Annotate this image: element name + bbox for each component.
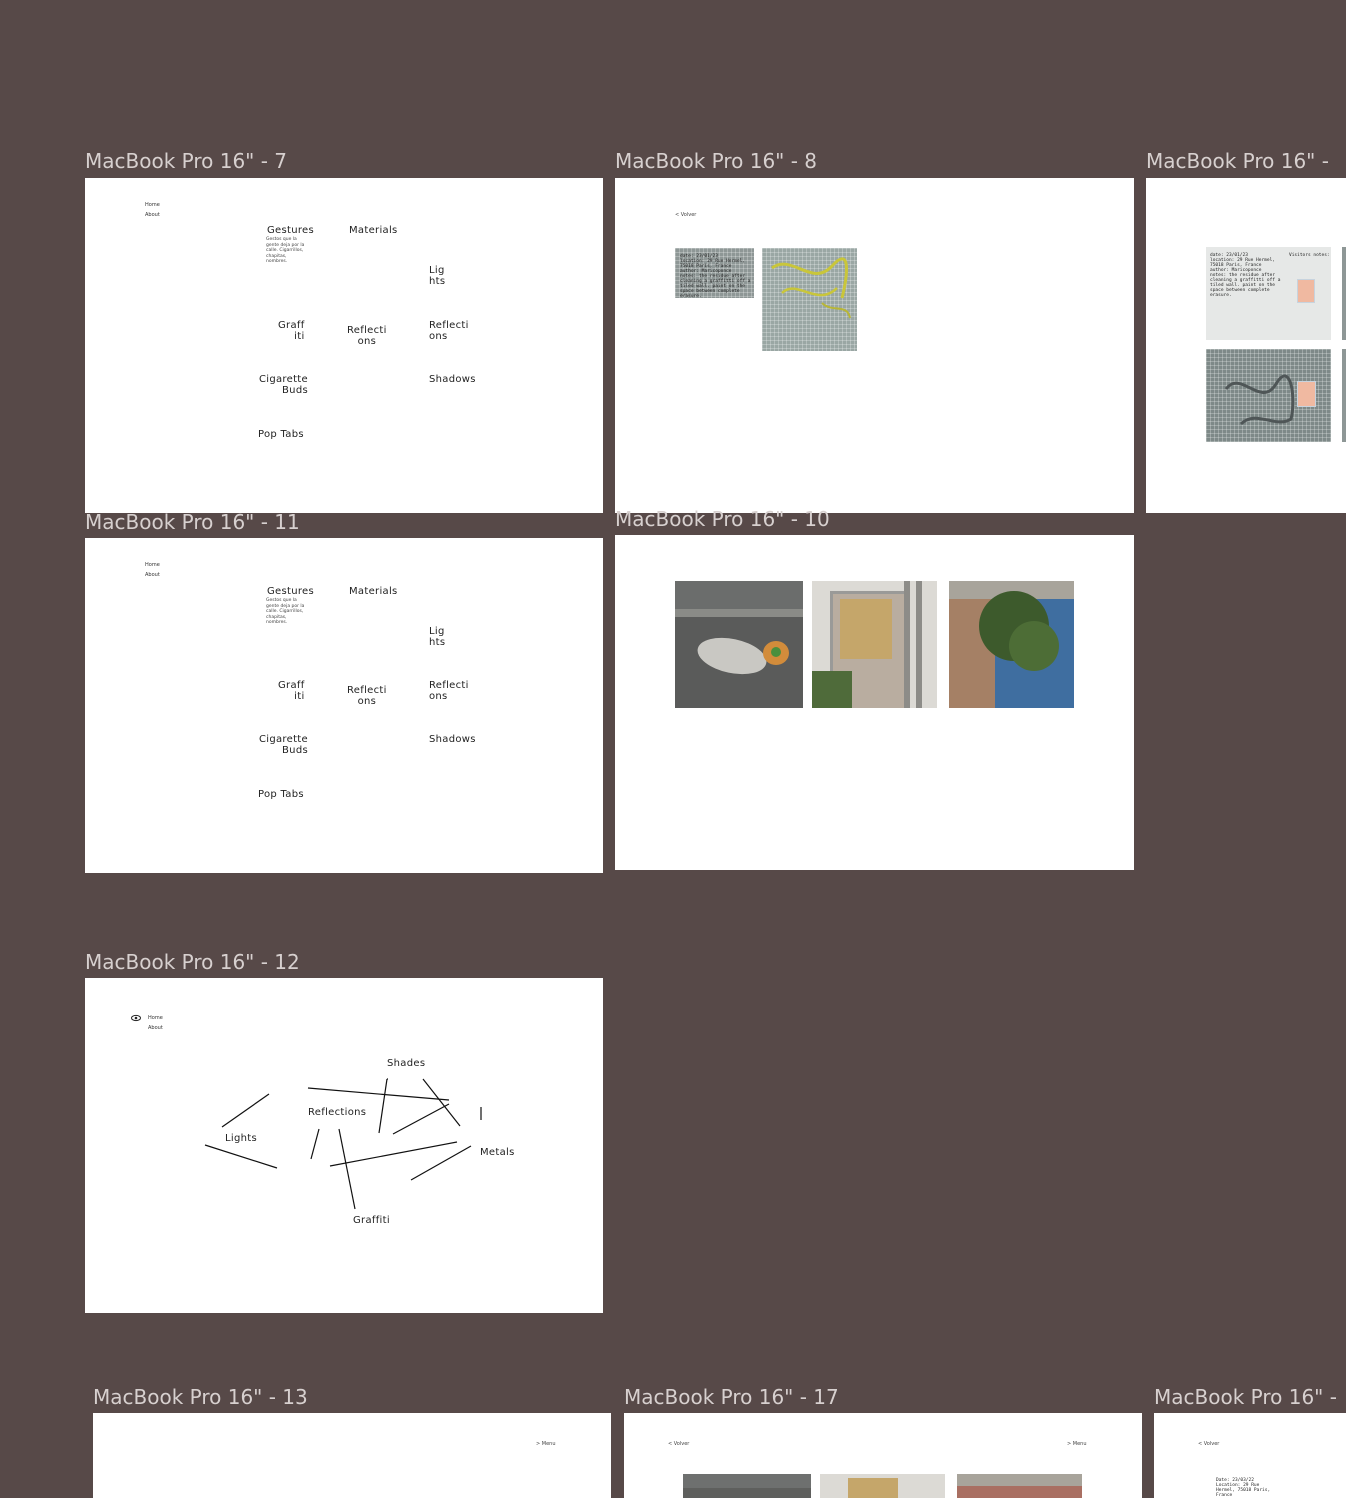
word-shades[interactable]: Shades [387, 1058, 425, 1069]
frame-label-13[interactable]: MacBook Pro 16" - 13 [93, 1386, 308, 1408]
word-pop-tabs[interactable]: Pop Tabs [258, 789, 304, 800]
sticker-image [1297, 279, 1315, 303]
word-lights[interactable]: Lights [225, 1133, 257, 1144]
gestures-description: Gestos que la gente deja por la calle. C… [266, 237, 305, 264]
word-reflections-mid[interactable]: Reflecti ons [347, 325, 387, 347]
connector-line [221, 1093, 270, 1128]
menu-link[interactable]: > Menu [1067, 1439, 1087, 1450]
menu-link[interactable]: > Menu [536, 1439, 556, 1450]
frame-17[interactable]: < Volver > Menu [624, 1413, 1142, 1498]
connector-line [392, 1103, 450, 1135]
connector-line [410, 1145, 472, 1181]
back-link[interactable]: < Volver [668, 1439, 689, 1450]
word-reflections-right[interactable]: Reflecti ons [429, 680, 469, 702]
photo-reflective-panel[interactable] [812, 581, 937, 708]
word-materials[interactable]: Materials [349, 225, 398, 236]
frame-label-10[interactable]: MacBook Pro 16" - 10 [615, 508, 830, 530]
graffiti-photo[interactable] [1206, 349, 1331, 442]
nav-home[interactable]: Home [145, 560, 160, 570]
frame-11[interactable]: Home About Gestures Gestos que la gente … [85, 538, 603, 873]
connector-line [378, 1078, 388, 1134]
connector-line [422, 1078, 461, 1127]
connector-line [310, 1128, 320, 1160]
back-link[interactable]: < Volver [675, 210, 696, 221]
word-graffiti[interactable]: Graff iti [278, 320, 305, 342]
frame-label-9[interactable]: MacBook Pro 16" - [1146, 150, 1329, 172]
word-lights[interactable]: Lig hts [429, 626, 445, 648]
photo-edge-1 [1342, 247, 1346, 340]
word-graffiti[interactable]: Graffiti [353, 1215, 390, 1226]
frame-label-18[interactable]: MacBook Pro 16" - [1154, 1386, 1337, 1408]
word-pop-tabs[interactable]: Pop Tabs [258, 429, 304, 440]
word-reflections-right[interactable]: Reflecti ons [429, 320, 469, 342]
word-reflections-mid[interactable]: Reflecti ons [347, 685, 387, 707]
word-graffiti[interactable]: Graff iti [278, 680, 305, 702]
word-metals[interactable]: Metals [480, 1147, 515, 1158]
photo-can-on-street[interactable] [675, 581, 803, 708]
word-gestures[interactable]: Gestures [267, 225, 314, 236]
graffiti-photo-1[interactable]: date: 23/01/23 location: 29 Rue Hermel, … [675, 248, 754, 298]
frame-label-11[interactable]: MacBook Pro 16" - 11 [85, 511, 300, 533]
frame-label-12[interactable]: MacBook Pro 16" - 12 [85, 951, 300, 973]
reflected-building [840, 599, 892, 659]
connector-line [307, 1087, 450, 1101]
photo-note: date: 23/01/23 location: 29 Rue Hermel, … [680, 254, 751, 298]
connector-line [338, 1128, 356, 1210]
photo-reflective-panel[interactable] [820, 1474, 945, 1498]
sticker-image [1297, 381, 1316, 407]
frame-9[interactable]: date: 23/01/23 location: 29 Rue Hermel, … [1146, 178, 1346, 513]
shrub [812, 671, 852, 708]
nav-about[interactable]: About [145, 210, 160, 220]
word-shadows[interactable]: Shadows [429, 734, 476, 745]
word-shadows[interactable]: Shadows [429, 374, 476, 385]
word-reflections[interactable]: Reflections [308, 1107, 366, 1118]
connector-line [204, 1144, 278, 1169]
word-cigarette-buds[interactable]: Cigarette Buds [259, 734, 308, 756]
frame-7[interactable]: Home About Gestures Gestos que la gente … [85, 178, 603, 513]
photo-puddle-reflection[interactable] [957, 1474, 1082, 1498]
gestures-description: Gestos que la gente deja por la calle. C… [266, 598, 305, 625]
connection-lines [204, 1078, 482, 1210]
crushed-can [694, 632, 770, 680]
word-lights[interactable]: Lig hts [429, 265, 445, 287]
photo-note: Date: 23/03/22 Location: 29 Rue Hermel, … [1216, 1478, 1271, 1498]
frame-label-8[interactable]: MacBook Pro 16" - 8 [615, 150, 817, 172]
photo-can-on-street[interactable] [683, 1474, 811, 1498]
frame-10[interactable] [615, 535, 1134, 870]
frame-13[interactable]: > Menu [93, 1413, 611, 1498]
word-gestures[interactable]: Gestures [267, 586, 314, 597]
frame-12[interactable]: Home About Shades Reflections Lights Met… [85, 978, 603, 1313]
graffiti-photo-2[interactable] [762, 248, 857, 351]
photo-edge-2 [1342, 349, 1346, 442]
yellow-graffiti-marks [771, 257, 851, 319]
word-materials[interactable]: Materials [349, 586, 398, 597]
photo-note: date: 23/01/23 location: 29 Rue Hermel, … [1210, 253, 1281, 298]
frame-18[interactable]: < Volver Date: 23/03/22 Location: 29 Rue… [1154, 1413, 1346, 1498]
frame-8[interactable]: < Volver date: 23/01/23 location: 29 Rue… [615, 178, 1134, 513]
visitors-notes: Visitors notes: [1289, 253, 1330, 258]
nav-home[interactable]: Home [145, 200, 160, 210]
back-link[interactable]: < Volver [1198, 1439, 1219, 1450]
note-card[interactable]: date: 23/01/23 location: 29 Rue Hermel, … [1206, 247, 1331, 340]
word-cigarette-buds[interactable]: Cigarette Buds [259, 374, 308, 396]
connector-line [329, 1141, 458, 1167]
frame-label-7[interactable]: MacBook Pro 16" - 7 [85, 150, 287, 172]
frame-label-17[interactable]: MacBook Pro 16" - 17 [624, 1386, 839, 1408]
nav-about[interactable]: About [145, 570, 160, 580]
photo-puddle-reflection[interactable] [949, 581, 1074, 708]
